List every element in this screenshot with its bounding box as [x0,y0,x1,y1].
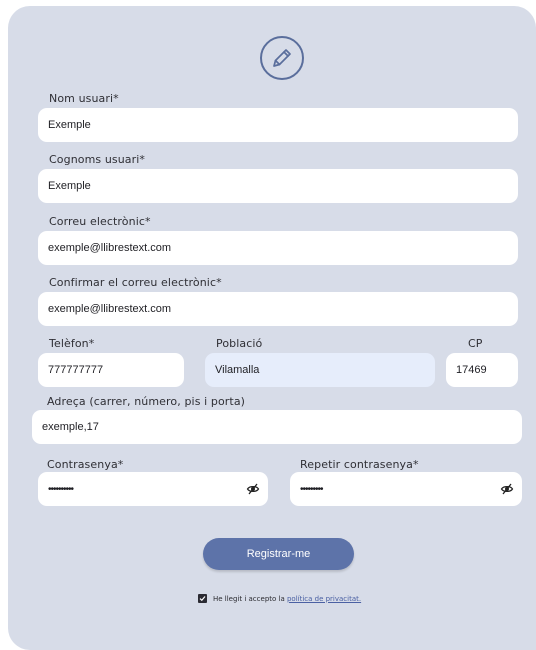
town-label: Població [216,337,263,350]
password-input[interactable]: •••••••••• [38,472,268,506]
email-confirm-label: Confirmar el correu electrònic* [49,276,222,289]
privacy-checkbox[interactable] [198,594,207,603]
phone-label: Telèfon* [49,337,95,350]
password-label: Contrasenya* [47,458,124,471]
password-repeat-label: Repetir contrasenya* [300,458,419,471]
password-repeat-value: ••••••••• [300,483,323,495]
address-label: Adreça (carrer, número, pis i porta) [47,395,246,408]
password-value: •••••••••• [48,483,74,495]
email-confirm-input[interactable]: exemple@llibrestext.com [38,292,518,326]
password-repeat-input[interactable]: ••••••••• [290,472,522,506]
name-input[interactable]: Exemple [38,108,518,142]
town-input[interactable]: Vilamalla [205,353,435,387]
postcode-input[interactable]: 17469 [446,353,518,387]
address-input[interactable]: exemple,17 [32,410,522,444]
name-label: Nom usuari* [49,92,119,105]
register-button[interactable]: Registrar-me [203,538,354,570]
privacy-consent: He llegit i accepto la política de priva… [198,594,361,603]
eye-slash-icon[interactable] [500,482,514,496]
privacy-policy-link[interactable]: política de privacitat. [287,595,361,603]
eye-slash-icon[interactable] [246,482,260,496]
surname-label: Cognoms usuari* [49,153,146,166]
registration-card: Nom usuari* Exemple Cognoms usuari* Exem… [8,6,536,650]
phone-input[interactable]: 777777777 [38,353,184,387]
email-label: Correu electrònic* [49,215,151,228]
privacy-accept-text: He llegit i accepto la [213,594,287,603]
pencil-icon [260,36,304,80]
postcode-label: CP [468,337,483,350]
email-input[interactable]: exemple@llibrestext.com [38,231,518,265]
surname-input[interactable]: Exemple [38,169,518,203]
